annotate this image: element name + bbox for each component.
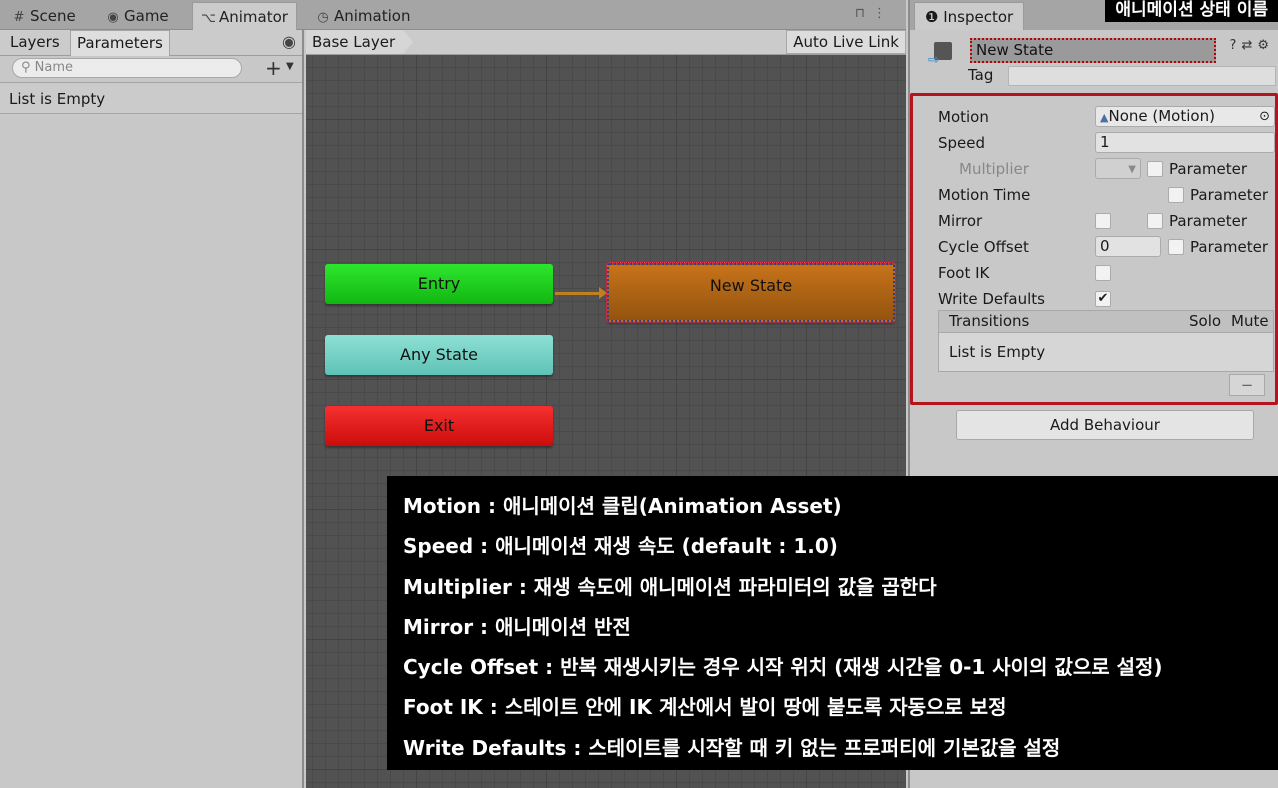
caption-line-cycle-offset: Cycle Offset : 반복 재생시키는 경우 시작 위치 (재생 시간을… [403,655,1163,680]
cycle-offset-parameter-label: Parameter [1190,238,1269,256]
entry-node[interactable]: Entry [325,264,553,304]
window-menu-icons[interactable]: ⊓⋮ [855,6,894,21]
tab-layers[interactable]: Layers [4,30,66,56]
tab-parameters[interactable]: Parameters [70,30,170,56]
motion-time-parameter-checkbox[interactable] [1168,187,1184,203]
chevron-down-icon[interactable]: ▼ [286,61,294,72]
mirror-checkbox[interactable] [1095,213,1111,229]
speed-field[interactable]: 1 [1095,132,1275,153]
checkmark-icon: ✔ [1097,291,1109,306]
parameters-panel: Layers Parameters ◉ ⚲ Name + ▼ List is E… [0,30,304,788]
breadcrumb[interactable]: Base Layer [306,30,413,54]
animator-state-icon: ⇨ [928,40,954,70]
gear-icon[interactable]: ⚙ [1257,38,1274,53]
kebab-menu-icon[interactable]: ⋮ [873,6,894,21]
tab-animator[interactable]: ⌥ Animator [192,2,297,30]
chevron-down-icon: ▼ [1128,164,1136,175]
transitions-label: Transitions [949,312,1030,330]
lock-icon[interactable]: ⊓ [855,6,873,21]
write-defaults-label: Write Defaults [938,290,1045,308]
default-transition-arrow[interactable] [555,287,607,299]
caption-line-multiplier: Multiplier : 재생 속도에 애니메이션 파라미터의 값을 곱한다 [403,574,937,599]
multiplier-dropdown[interactable]: ▼ [1095,158,1141,179]
grid-icon: # [13,10,25,25]
explanation-caption: Motion : 애니메이션 클립(Animation Asset) Speed… [387,476,1278,770]
mirror-parameter-label: Parameter [1169,212,1248,230]
tag-label: Tag [968,66,994,84]
preset-icon[interactable]: ⇄ [1241,38,1257,53]
foot-ik-checkbox[interactable] [1095,265,1111,281]
transitions-list: Transitions Solo Mute List is Empty [938,310,1274,372]
tab-scene[interactable]: # Scene [4,2,84,30]
multiplier-parameter-checkbox[interactable] [1147,161,1163,177]
motion-label: Motion [938,108,989,126]
object-picker-icon[interactable]: ⊙ [1259,107,1270,126]
cycle-offset-field[interactable]: 0 [1095,236,1161,257]
search-icon: ⚲ [21,60,35,75]
add-behaviour-button[interactable]: Add Behaviour [956,410,1254,440]
animator-icon: ⌥ [201,11,216,26]
multiplier-parameter-label: Parameter [1169,160,1248,178]
unity-editor: # Scene ◉ Game ⌥ Animator ◷ Animation ⊓⋮ Lay… [0,0,1278,788]
tab-animation[interactable]: ◷ Animation [308,2,418,30]
caption-line-speed: Speed : 애니메이션 재생 속도 (default : 1.0) [403,534,838,559]
motion-time-parameter-label: Parameter [1190,186,1269,204]
new-state-node[interactable]: New State [606,262,896,323]
caption-line-mirror: Mirror : 애니메이션 반전 [403,614,631,639]
multiplier-label: Multiplier [959,160,1029,178]
help-icon[interactable]: ? [1230,38,1242,53]
transitions-empty: List is Empty [949,343,1046,361]
mirror-label: Mirror [938,212,983,230]
layers-parameters-tabs: Layers Parameters ◉ [0,30,302,56]
exit-node[interactable]: Exit [325,406,553,446]
auto-live-link-button[interactable]: Auto Live Link [786,30,906,54]
parameter-list-empty: List is Empty [0,82,302,114]
tab-game[interactable]: ◉ Game [98,2,177,30]
solo-label: Solo [1189,312,1222,330]
any-state-node[interactable]: Any State [325,335,553,375]
gamepad-icon: ◉ [107,10,119,25]
mirror-parameter-checkbox[interactable] [1147,213,1163,229]
top-tab-bar: # Scene ◉ Game ⌥ Animator ◷ Animation ⊓⋮ [0,0,906,30]
speed-label: Speed [938,134,986,152]
caption-line-write-defaults: Write Defaults : 스테이트를 시작할 때 키 없는 프로퍼티에 … [403,735,1061,760]
mute-label: Mute [1231,312,1269,330]
parameter-search-input[interactable]: ⚲ Name [12,58,242,78]
clock-icon: ◷ [317,10,329,25]
info-icon: ❶ [925,8,944,26]
eye-icon[interactable]: ◉ [282,32,296,51]
tab-inspector[interactable]: ❶ Inspector [914,2,1025,30]
tag-field[interactable] [1008,66,1276,86]
caption-line-motion: Motion : 애니메이션 클립(Animation Asset) [403,494,842,518]
state-properties-highlight: Motion ▲None (Motion) ⊙ Speed 1 Multipli… [910,93,1278,405]
write-defaults-checkbox[interactable]: ✔ [1095,291,1111,307]
motion-time-label: Motion Time [938,186,1031,204]
motion-field[interactable]: ▲None (Motion) ⊙ [1095,106,1275,127]
graph-toolbar: Base Layer Auto Live Link [306,30,906,55]
caption-line-foot-ik: Foot IK : 스테이트 안에 IK 계산에서 발이 땅에 붙도록 자동으로… [403,695,1007,720]
transitions-header: Transitions Solo Mute [939,311,1273,333]
add-parameter-icon[interactable]: + [265,56,282,80]
state-name-field[interactable]: New State [970,38,1216,63]
cycle-offset-label: Cycle Offset [938,238,1029,256]
state-name-caption: 애니메이션 상태 이름 [1105,0,1278,22]
inspector-header-icons: ?⇄⚙ [1230,38,1274,53]
foot-ik-label: Foot IK [938,264,990,282]
remove-transition-button[interactable]: − [1229,374,1265,396]
cycle-offset-parameter-checkbox[interactable] [1168,239,1184,255]
